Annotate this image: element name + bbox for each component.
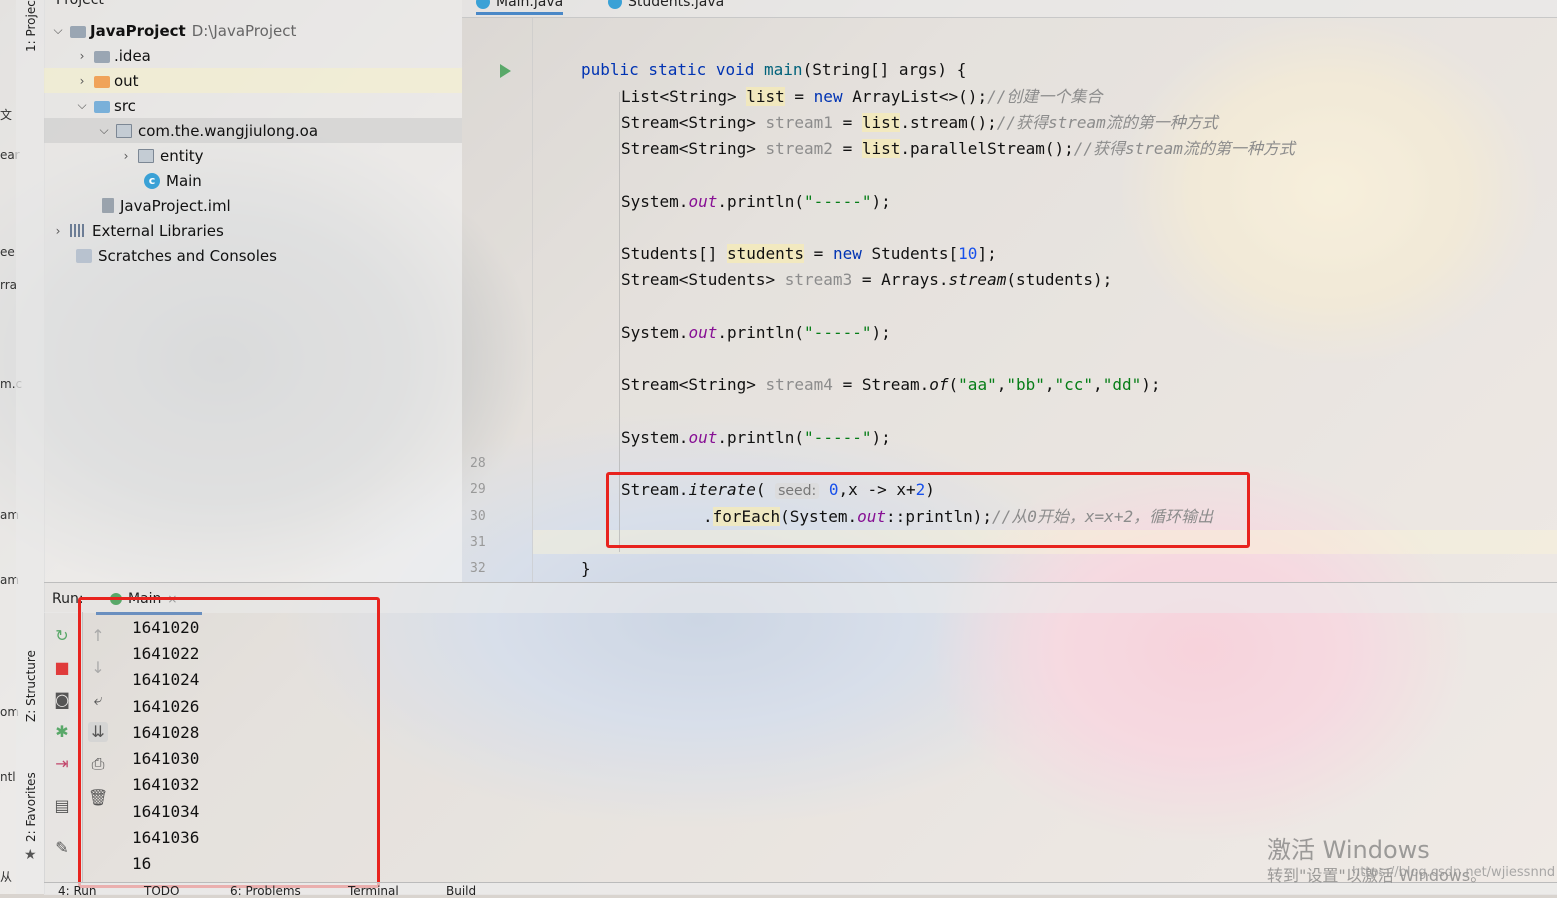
editor-gutter (462, 17, 533, 582)
tree-item-label: Main (166, 171, 202, 190)
tree-item-label: out (114, 71, 139, 90)
tree-item-scratches[interactable]: Scratches and Consoles (44, 243, 462, 268)
tree-item-external-libraries[interactable]: › External Libraries (44, 218, 462, 243)
tab-project[interactable]: 1: Project (24, 0, 38, 52)
project-panel-title[interactable]: Project (56, 0, 104, 8)
tree-item-src[interactable]: ⌵ src (44, 93, 462, 118)
highlight-box (78, 597, 380, 888)
csdn-watermark: https://blog.csdn.net/wjiessnnd (1352, 865, 1556, 880)
tree-item-label: Scratches and Consoles (98, 246, 277, 265)
windows-activation-title: 激活 Windows (1267, 836, 1430, 864)
chevron-down-icon[interactable]: ⌵ (76, 98, 88, 113)
edge-fragment: ee (0, 245, 15, 259)
tree-item-label: entity (160, 146, 204, 165)
code-line: Stream<String> stream1 = list.stream();/… (621, 113, 1218, 132)
tree-item-iml[interactable]: JavaProject.iml (44, 193, 462, 218)
tool-window-strip (16, 0, 45, 894)
code-line: Stream<String> stream4 = Stream.of("aa",… (621, 375, 1161, 394)
pin-icon[interactable]: ✎ (52, 838, 72, 858)
tab-main-java[interactable]: Main.java (476, 0, 564, 15)
tab-structure[interactable]: Z: Structure (24, 650, 38, 722)
code-line: Stream<String> stream2 = list.parallelSt… (621, 139, 1295, 158)
bottom-tab-todo[interactable]: TODO (144, 884, 179, 898)
highlight-box (606, 472, 1250, 548)
bottom-tab-build[interactable]: Build (446, 884, 476, 898)
chevron-right-icon[interactable]: › (76, 49, 88, 63)
bottom-tab-problems[interactable]: 6: Problems (230, 884, 301, 898)
code-line: Students[] students = new Students[10]; (621, 244, 997, 263)
restore-layout-icon[interactable]: ⇥ (52, 754, 72, 774)
class-icon (608, 0, 622, 9)
tree-item-label: External Libraries (92, 221, 224, 240)
line-number: 31 (470, 535, 486, 550)
tab-students-java[interactable]: Students.java (608, 0, 724, 10)
rerun-icon[interactable]: ↻ (52, 626, 72, 646)
tab-favorites[interactable]: 2: Favorites (24, 772, 38, 842)
tree-item-label: JavaProject.iml (120, 196, 231, 215)
edge-fragment: 文 (0, 108, 13, 122)
edge-fragment: ntl (0, 770, 16, 784)
code-line: public static void main(String[] args) { (581, 60, 967, 79)
tree-item-javaproject[interactable]: ⌵ JavaProject D:\JavaProject (44, 18, 462, 43)
code-line: System.out.println("-----"); (621, 192, 891, 211)
code-line: System.out.println("-----"); (621, 323, 891, 342)
folder-icon (94, 50, 110, 63)
class-icon: c (144, 172, 160, 189)
camera-icon[interactable]: ◙ (52, 690, 72, 710)
tree-item-idea[interactable]: › .idea (44, 43, 462, 68)
package-icon (138, 148, 154, 163)
bottom-tab-terminal[interactable]: Terminal (348, 884, 399, 898)
folder-icon (70, 25, 86, 38)
tree-item-label: src (114, 96, 136, 115)
chevron-down-icon[interactable]: ⌵ (52, 23, 64, 38)
stop-icon[interactable]: ■ (52, 658, 72, 678)
line-number: 30 (470, 509, 486, 524)
chevron-right-icon[interactable]: › (120, 149, 132, 163)
tree-item-label: JavaProject (90, 21, 186, 40)
tree-item-package[interactable]: ⌵ com.the.wangjiulong.oa (44, 118, 462, 143)
layout-icon[interactable]: ▤ (52, 796, 72, 816)
class-icon (476, 0, 490, 9)
code-line: } (581, 559, 591, 578)
code-line: List<String> list = new ArrayList<>();//… (621, 87, 1103, 106)
line-number: 28 (470, 456, 486, 471)
star-icon[interactable]: ★ (24, 847, 37, 863)
code-line: Stream<Students> stream3 = Arrays.stream… (621, 270, 1113, 289)
line-number: 32 (470, 561, 486, 576)
tab-label: Students.java (628, 0, 725, 10)
folder-icon (94, 100, 110, 113)
tree-item-entity[interactable]: › entity (44, 143, 462, 168)
tree-item-label: .idea (114, 46, 151, 65)
edge-fragment: 从 (0, 870, 13, 884)
tree-item-main[interactable]: c Main (44, 168, 462, 193)
tree-item-label: com.the.wangjiulong.oa (138, 121, 319, 140)
iml-file-icon (102, 198, 114, 213)
code-line: System.out.println("-----"); (621, 428, 891, 447)
bottom-tab-run[interactable]: 4: Run (58, 884, 97, 898)
libraries-icon (70, 224, 86, 237)
chevron-right-icon[interactable]: › (76, 74, 88, 88)
debug-icon[interactable]: ✱ (52, 722, 72, 742)
tree-item-path: D:\JavaProject (191, 21, 297, 40)
background-window-edge (0, 0, 16, 894)
chevron-down-icon[interactable]: ⌵ (98, 123, 110, 138)
tree-item-out[interactable]: › out (44, 68, 462, 93)
folder-icon (94, 75, 110, 88)
edge-fragment: rra (0, 278, 18, 292)
package-icon (116, 123, 132, 138)
line-number: 29 (470, 482, 486, 497)
run-gutter-icon[interactable] (500, 64, 511, 78)
scratches-icon (76, 248, 92, 263)
tab-label: Main.java (496, 0, 564, 10)
chevron-right-icon[interactable]: › (52, 224, 64, 238)
